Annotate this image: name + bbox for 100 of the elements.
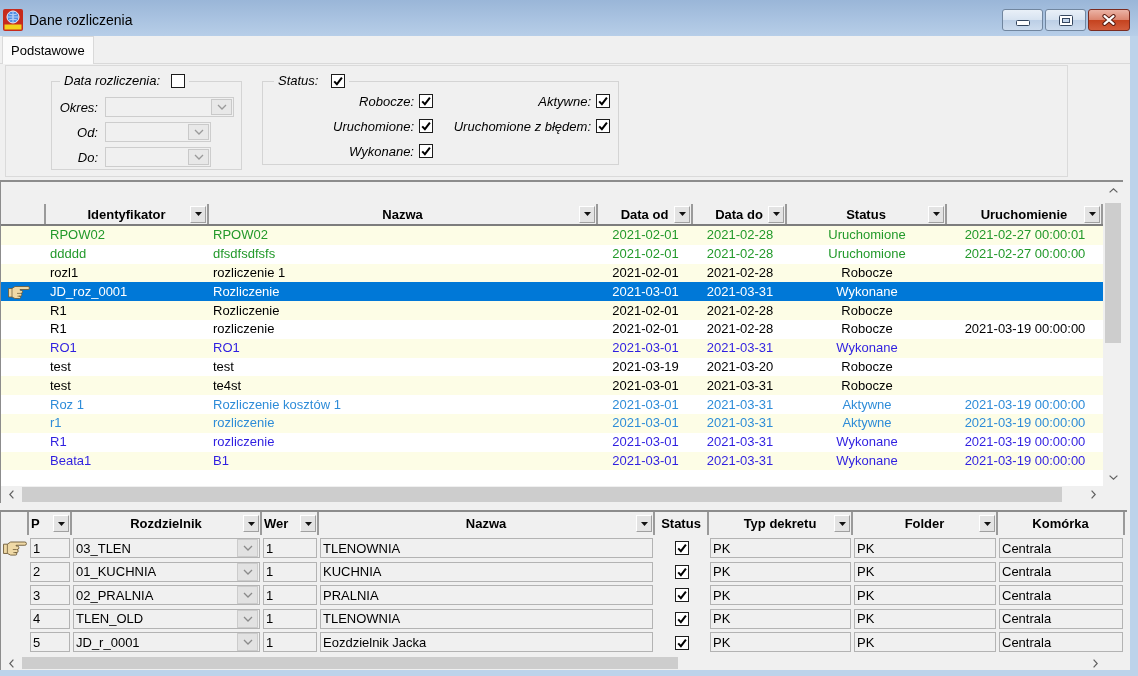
filter-button[interactable]	[979, 515, 995, 532]
table-cell-text: R1	[49, 302, 68, 319]
chevron-left-icon[interactable]	[8, 658, 14, 668]
checkbox[interactable]	[675, 612, 689, 627]
chevron-down-icon	[216, 104, 227, 110]
filter-button[interactable]	[928, 205, 944, 223]
filter-button[interactable]	[579, 205, 595, 223]
table-row[interactable]: Roz 1 Rozliczenie kosztów 1 2021-03-01 2021-03-31 Aktywne 2021-03-19 00:00:00	[1, 395, 1103, 414]
filter-button[interactable]	[636, 515, 652, 532]
checkbox[interactable]	[171, 74, 186, 88]
table-cell-text: Robocze	[840, 302, 894, 319]
table-cell: 1	[263, 585, 317, 606]
pointing-hand-icon	[8, 284, 30, 299]
checkbox[interactable]	[331, 74, 346, 88]
table-cell: TLENOWNIA	[320, 608, 653, 629]
table-cell: Centrala	[999, 608, 1123, 629]
combo-box[interactable]: 02_PRALNIA	[73, 585, 260, 606]
caret-down-icon	[1088, 212, 1096, 216]
combo-box[interactable]: JD_r_0001	[73, 632, 260, 653]
table-cell-text: 2021-03-31	[705, 340, 775, 357]
table-cell-text: 2021-03-31	[705, 377, 775, 394]
table-row[interactable]: ddddd dfsdfsdfsfs 2021-02-01 2021-02-28 Uruchomione 2021-02-27 00:00:00	[1, 244, 1103, 264]
table-row[interactable]: JD_roz_0001 Rozliczenie 2021-03-01 2021-03-31 Wykonane	[1, 282, 1103, 302]
table-cell: Centrala	[999, 585, 1123, 606]
filter-button[interactable]	[674, 205, 690, 223]
table-cell-text: test	[49, 377, 72, 394]
tab[interactable]: Podstawowe	[2, 36, 94, 64]
scrollbar-thumb[interactable]	[22, 487, 1062, 502]
checkbox[interactable]	[596, 119, 610, 133]
scrollbar-thumb[interactable]	[1105, 203, 1121, 343]
table-cell-text: 2021-02-28	[705, 246, 775, 263]
table-cell-text: B1	[212, 452, 230, 469]
table-row[interactable]: R1 rozliczenie 2021-03-01 2021-03-31 Wykonane 2021-03-19 00:00:00	[1, 432, 1103, 452]
option-label: Robocze:	[359, 93, 414, 109]
chevron-right-icon[interactable]	[1090, 490, 1096, 499]
table-row[interactable]: r1 rozliczenie 2021-03-01 2021-03-31 Aktywne 2021-03-19 00:00:00	[1, 413, 1103, 433]
table-cell-text: Uruchomione	[827, 227, 907, 244]
table-cell: Centrala	[999, 538, 1123, 558]
chevron-down-icon	[193, 129, 204, 135]
table-cell-text: 2021-03-01	[611, 452, 680, 469]
table-cell-text: Aktywne	[841, 415, 893, 432]
table-cell-text: rozliczenie	[212, 321, 276, 338]
checkbox[interactable]	[675, 541, 689, 556]
filter-button[interactable]	[243, 515, 259, 532]
table-row[interactable]: test te4st 2021-03-01 2021-03-31 Robocze	[1, 376, 1103, 396]
filter-button[interactable]	[190, 205, 206, 223]
combo-box[interactable]: 03_TLEN	[73, 538, 260, 558]
filter-button[interactable]	[300, 515, 316, 532]
table-cell-text: 2021-03-01	[611, 283, 680, 300]
table-cell-text: rozl1	[49, 265, 80, 281]
table-row[interactable]: RPOW02 RPOW02 2021-02-01 2021-02-28 Uruchomione 2021-02-27 00:00:01	[1, 226, 1103, 245]
table-cell-text: Robocze	[840, 265, 894, 281]
checkbox[interactable]	[419, 119, 433, 133]
table-cell-text: 2021-03-20	[705, 358, 775, 375]
table-row[interactable]: R1 Rozliczenie 2021-02-01 2021-02-28 Robocze	[1, 301, 1103, 320]
table-row[interactable]: RO1 RO1 2021-03-01 2021-03-31 Wykonane	[1, 338, 1103, 358]
chevron-left-icon[interactable]	[8, 490, 14, 499]
filter-button[interactable]	[53, 515, 69, 532]
table-cell-text: 2021-03-31	[705, 283, 775, 300]
scrollbar-thumb[interactable]	[22, 657, 678, 669]
checkbox[interactable]	[675, 588, 689, 603]
table-row[interactable]: Beata1 B1 2021-03-01 2021-03-31 Wykonane 2021-03-19 00:00:00	[1, 451, 1103, 471]
table-cell-text: 2021-03-31	[705, 434, 775, 451]
table-cell-text: r1	[49, 415, 63, 432]
field-label: Od:	[76, 124, 98, 140]
column-header[interactable]: P	[29, 512, 72, 535]
combo-box[interactable]: 01_KUCHNIA	[73, 561, 260, 582]
window-title: Dane rozliczenia	[29, 11, 133, 30]
checkbox[interactable]	[419, 144, 433, 158]
filter-button[interactable]	[1084, 205, 1100, 223]
table-cell-text: RO1	[49, 340, 78, 357]
table-cell: PRALNIA	[320, 585, 653, 606]
table-row[interactable]: rozl1 rozliczenie 1 2021-02-01 2021-02-28 Robocze	[1, 263, 1103, 283]
table-cell-text: Wykonane	[835, 434, 899, 451]
chevron-up-icon[interactable]	[1108, 188, 1118, 193]
checkbox[interactable]	[675, 564, 689, 579]
column-header[interactable]: Wer	[262, 512, 319, 535]
table-row[interactable]: R1 rozliczenie 2021-02-01 2021-02-28 Robocze 2021-03-19 00:00:00	[1, 320, 1103, 339]
filter-button[interactable]	[768, 205, 784, 223]
minimize-button[interactable]	[1002, 9, 1043, 31]
table-cell: Centrala	[999, 561, 1123, 582]
checkbox[interactable]	[596, 94, 610, 108]
checkbox[interactable]	[419, 94, 433, 108]
chevron-down-icon[interactable]	[1108, 475, 1118, 480]
table-cell-text: 2021-03-01	[611, 340, 680, 357]
table-cell-text: 2021-02-28	[705, 265, 775, 281]
filter-button[interactable]	[834, 515, 850, 532]
checkbox[interactable]	[675, 635, 689, 650]
table-cell-text: JD_roz_0001	[49, 283, 129, 300]
close-button[interactable]	[1088, 9, 1130, 31]
chevron-right-icon[interactable]	[1092, 658, 1098, 668]
maximize-button[interactable]	[1045, 9, 1086, 31]
combo-box[interactable]: TLEN_OLD	[73, 608, 260, 629]
table-cell: 3	[30, 585, 70, 606]
group-label: Status:	[278, 73, 319, 89]
caret-down-icon	[838, 521, 846, 526]
table-cell-text: Wykonane	[835, 283, 899, 300]
table-cell-text: Uruchomione	[827, 246, 907, 263]
table-cell: PK	[854, 561, 996, 582]
table-row[interactable]: test test 2021-03-19 2021-03-20 Robocze	[1, 357, 1103, 377]
